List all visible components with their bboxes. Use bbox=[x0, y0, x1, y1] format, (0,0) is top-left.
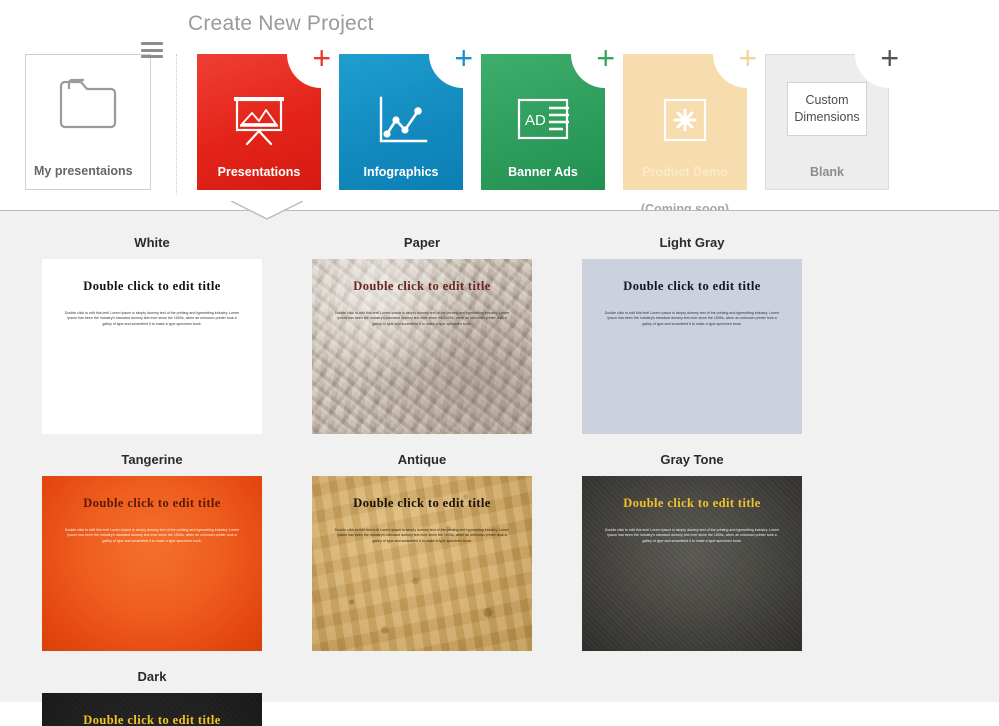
theme-grid: White Double click to edit title Double … bbox=[0, 211, 999, 726]
add-blank-icon[interactable]: + bbox=[880, 42, 899, 74]
project-type-card-blank[interactable]: + Custom Dimensions Blank bbox=[765, 42, 899, 190]
hamburger-icon[interactable] bbox=[141, 42, 163, 58]
strip-divider bbox=[176, 54, 177, 194]
slide-body: Double click to edit this text! Lorem Ip… bbox=[64, 528, 240, 543]
project-type-label-product-demo: Product Demo bbox=[642, 165, 728, 179]
project-type-card-product-demo: + Product Demo (Coming soon) bbox=[623, 42, 757, 216]
theme-label: White bbox=[134, 235, 170, 250]
theme-label: Paper bbox=[403, 235, 441, 250]
project-type-card-infographics[interactable]: + Infographics bbox=[339, 42, 473, 190]
page-title: Create New Project bbox=[188, 12, 374, 35]
theme-preview[interactable]: Double click to edit title Double click … bbox=[582, 259, 802, 434]
selection-notch bbox=[231, 200, 303, 222]
add-banner-ads-icon[interactable]: + bbox=[596, 42, 615, 74]
slide-title: Double click to edit title bbox=[353, 279, 491, 293]
folder-icon bbox=[26, 71, 150, 133]
add-presentations-icon[interactable]: + bbox=[312, 42, 331, 74]
theme-label: Antique bbox=[397, 452, 447, 467]
theme-label: Gray Tone bbox=[660, 452, 724, 467]
my-presentations-slot: My presentaions bbox=[25, 42, 163, 190]
theme-preview[interactable]: Double click to edit title Double click … bbox=[42, 476, 262, 651]
slide-title: Double click to edit title bbox=[83, 713, 221, 726]
theme-label: Dark bbox=[137, 669, 167, 684]
theme-preview[interactable]: Double click to edit title Double click … bbox=[312, 476, 532, 651]
theme-item-tangerine[interactable]: Tangerine Double click to edit title Dou… bbox=[34, 452, 270, 651]
add-infographics-icon[interactable]: + bbox=[454, 42, 473, 74]
slide-body: Double click to edit this text! Lorem Ip… bbox=[334, 311, 510, 326]
slide-body: Double click to edit this text! Lorem Ip… bbox=[334, 528, 510, 543]
slide-body: Double click to edit this text! Lorem Ip… bbox=[604, 528, 780, 543]
projector-screen-icon bbox=[197, 94, 321, 150]
custom-dimensions-box[interactable]: Custom Dimensions bbox=[787, 82, 867, 136]
my-presentations-label: My presentaions bbox=[34, 164, 133, 178]
theme-item-antique[interactable]: Antique Double click to edit title Doubl… bbox=[304, 452, 540, 651]
project-type-card-presentations[interactable]: + Presentations bbox=[197, 42, 331, 190]
theme-item-dark[interactable]: Dark Double click to edit title Double c… bbox=[34, 669, 270, 726]
slide-title: Double click to edit title bbox=[623, 279, 761, 293]
project-type-label-banner-ads: Banner Ads bbox=[508, 165, 578, 179]
my-presentations-card[interactable]: My presentaions bbox=[25, 54, 151, 190]
theme-item-gray-tone[interactable]: Gray Tone Double click to edit title Dou… bbox=[574, 452, 810, 651]
slide-title: Double click to edit title bbox=[353, 496, 491, 510]
theme-label: Light Gray bbox=[659, 235, 725, 250]
slide-title: Double click to edit title bbox=[623, 496, 761, 510]
theme-item-light-gray[interactable]: Light Gray Double click to edit title Do… bbox=[574, 235, 810, 434]
project-type-label-presentations: Presentations bbox=[217, 165, 301, 179]
line-chart-icon bbox=[339, 94, 463, 150]
theme-gallery-panel: White Double click to edit title Double … bbox=[0, 200, 999, 726]
theme-label: Tangerine bbox=[121, 452, 183, 467]
slide-body: Double click to edit this text! Lorem Ip… bbox=[64, 311, 240, 326]
theme-preview[interactable]: Double click to edit title Double click … bbox=[42, 693, 262, 726]
project-type-label-blank: Blank bbox=[809, 165, 845, 179]
ad-banner-icon: AD bbox=[481, 94, 605, 144]
project-type-strip: My presentaions + Presentations + Infogr… bbox=[0, 36, 999, 216]
slide-title: Double click to edit title bbox=[83, 279, 221, 293]
slide-body: Double click to edit this text! Lorem Ip… bbox=[604, 311, 780, 326]
theme-preview[interactable]: Double click to edit title Double click … bbox=[582, 476, 802, 651]
project-type-label-infographics: Infographics bbox=[363, 165, 439, 179]
slide-title: Double click to edit title bbox=[83, 496, 221, 510]
theme-item-paper[interactable]: Paper Double click to edit title Double … bbox=[304, 235, 540, 434]
sparkle-icon bbox=[623, 94, 747, 146]
theme-preview[interactable]: Double click to edit title Double click … bbox=[312, 259, 532, 434]
project-type-card-banner-ads[interactable]: + AD Banner Ads bbox=[481, 42, 615, 190]
theme-item-white[interactable]: White Double click to edit title Double … bbox=[34, 235, 270, 434]
add-product-demo-icon: + bbox=[738, 40, 757, 76]
svg-text:AD: AD bbox=[525, 112, 546, 129]
theme-preview[interactable]: Double click to edit title Double click … bbox=[42, 259, 262, 434]
